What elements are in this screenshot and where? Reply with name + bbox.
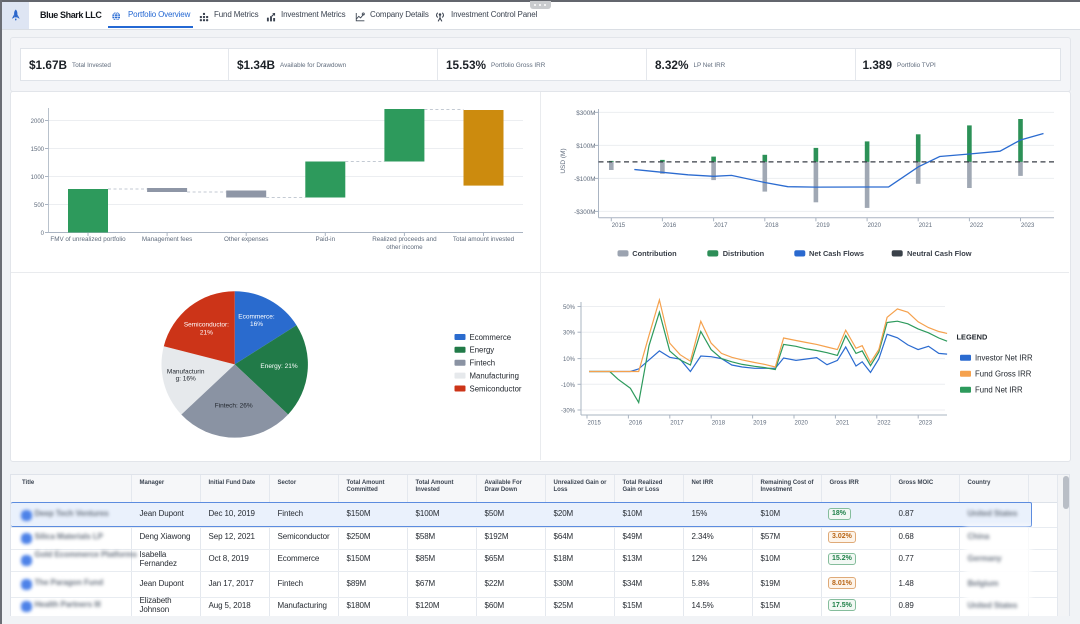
svg-text:Fintech: Fintech: [470, 359, 496, 368]
svg-text:2020: 2020: [868, 223, 882, 229]
svg-text:USD (M): USD (M): [560, 148, 567, 173]
svg-text:2016: 2016: [663, 223, 677, 229]
svg-text:2021: 2021: [919, 223, 933, 229]
svg-text:2016: 2016: [629, 421, 643, 427]
svg-text:Fund Net IRR: Fund Net IRR: [975, 386, 1023, 395]
svg-text:Distribution: Distribution: [723, 249, 765, 258]
svg-text:2017: 2017: [714, 223, 728, 229]
svg-text:FMV of unrealized portfolio: FMV of unrealized portfolio: [50, 236, 126, 243]
svg-text:2018: 2018: [712, 421, 726, 427]
svg-text:Paid-in: Paid-in: [315, 236, 335, 243]
svg-text:Ecommerce: Ecommerce: [470, 333, 512, 342]
svg-text:1000: 1000: [31, 175, 45, 181]
svg-text:Manufacturing: Manufacturing: [470, 371, 519, 380]
svg-text:Management fees: Management fees: [142, 236, 192, 243]
svg-text:21%: 21%: [200, 329, 213, 336]
svg-text:$100M: $100M: [576, 143, 595, 150]
svg-text:2023: 2023: [1021, 223, 1035, 229]
svg-text:other income: other income: [386, 244, 423, 251]
svg-text:30%: 30%: [563, 331, 576, 337]
svg-text:2022: 2022: [877, 421, 891, 427]
svg-text:-30%: -30%: [561, 409, 576, 415]
svg-text:500: 500: [34, 203, 45, 209]
svg-text:Investor Net IRR: Investor Net IRR: [975, 354, 1033, 363]
svg-text:Neutral Cash Flow: Neutral Cash Flow: [907, 249, 972, 258]
svg-text:-$300M: -$300M: [574, 209, 595, 216]
svg-text:Fintech: 26%: Fintech: 26%: [215, 402, 253, 409]
svg-text:Energy: 21%: Energy: 21%: [260, 363, 297, 370]
svg-text:Energy: Energy: [470, 346, 495, 355]
svg-text:Realized proceeds and: Realized proceeds and: [372, 236, 437, 243]
svg-text:2023: 2023: [919, 421, 933, 427]
svg-text:LEGEND: LEGEND: [957, 333, 988, 342]
svg-text:Net Cash Flows: Net Cash Flows: [809, 249, 864, 258]
svg-text:2021: 2021: [836, 421, 850, 427]
svg-text:2022: 2022: [970, 223, 984, 229]
svg-text:16%: 16%: [250, 321, 263, 328]
svg-text:Total amount invested: Total amount invested: [453, 236, 515, 243]
svg-text:Semiconductor:: Semiconductor:: [184, 322, 229, 329]
svg-text:Semiconductor: Semiconductor: [470, 384, 522, 393]
svg-text:2000: 2000: [31, 119, 45, 125]
svg-text:Ecommerce:: Ecommerce:: [238, 313, 275, 320]
svg-text:-10%: -10%: [561, 383, 576, 389]
svg-text:2019: 2019: [753, 421, 767, 427]
svg-text:Fund Gross IRR: Fund Gross IRR: [975, 370, 1032, 379]
svg-text:Manufacturin: Manufacturin: [167, 368, 205, 375]
svg-text:50%: 50%: [563, 305, 576, 311]
svg-text:Contribution: Contribution: [632, 249, 677, 258]
svg-text:g: 16%: g: 16%: [176, 376, 196, 383]
svg-text:1500: 1500: [31, 147, 45, 153]
svg-text:2018: 2018: [765, 223, 779, 229]
svg-text:$300M: $300M: [576, 110, 595, 117]
svg-text:Other expenses: Other expenses: [224, 236, 268, 243]
svg-text:-$100M: -$100M: [574, 176, 595, 183]
svg-text:2015: 2015: [588, 421, 602, 427]
svg-text:10%: 10%: [563, 357, 576, 363]
svg-text:2015: 2015: [612, 223, 626, 229]
svg-text:2020: 2020: [795, 421, 809, 427]
svg-text:2017: 2017: [670, 421, 684, 427]
svg-text:2019: 2019: [816, 223, 830, 229]
svg-text:0: 0: [41, 231, 45, 237]
